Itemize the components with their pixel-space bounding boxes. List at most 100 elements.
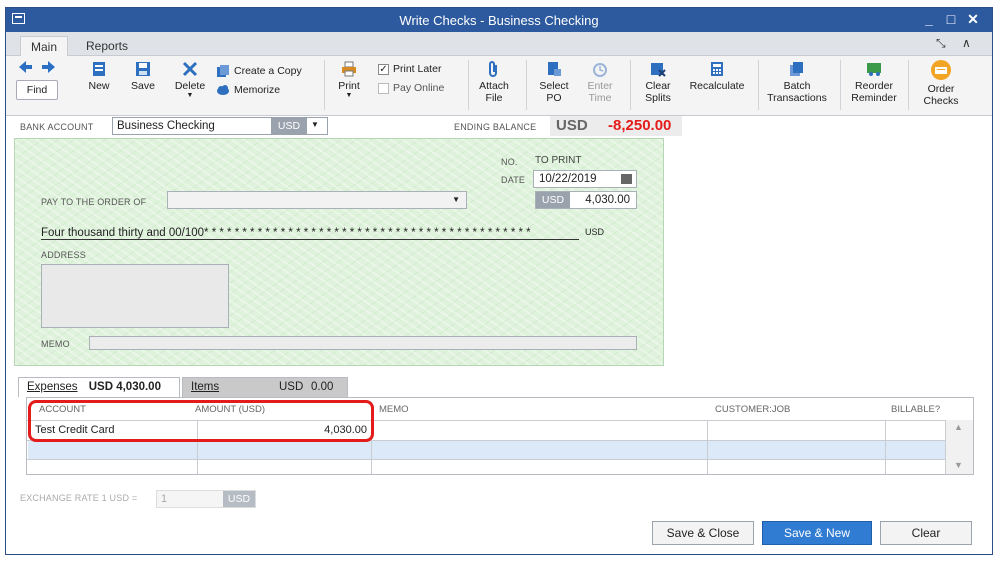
ribbon-tab-bar: Main Reports ⤡ ∧ — [6, 32, 992, 56]
clear-splits-icon — [651, 63, 666, 77]
col-divider — [885, 420, 886, 474]
exchange-rate-field[interactable]: 1 USD — [156, 490, 256, 508]
save-disk-icon — [136, 62, 150, 76]
save-new-button[interactable]: Save & New — [762, 521, 872, 545]
bank-account-currency: USD — [271, 118, 307, 134]
col-billable[interactable]: BILLABLE? — [891, 404, 940, 415]
create-copy-button[interactable]: Create a Copy — [216, 64, 302, 78]
ending-balance-currency: USD — [556, 117, 588, 134]
scroll-up-icon[interactable]: ▲ — [954, 422, 963, 432]
memo-field[interactable] — [89, 336, 637, 350]
items-tab-amount: 0.00 — [311, 381, 334, 393]
address-field[interactable] — [41, 264, 229, 328]
window-title: Write Checks - Business Checking — [399, 13, 599, 28]
order-checks-button[interactable]: Order Checks — [916, 59, 966, 107]
delete-button[interactable]: Delete ▼ — [170, 61, 210, 99]
address-label: ADDRESS — [41, 250, 86, 260]
enter-time-button[interactable]: Enter Time — [580, 61, 620, 104]
close-button[interactable]: ✕ — [964, 11, 982, 28]
date-value: 10/22/2019 — [539, 173, 597, 185]
select-po-label-2: PO — [546, 92, 562, 104]
amount-currency: USD — [536, 192, 570, 208]
toolbar-separator — [526, 60, 527, 110]
recalculate-label: Recalculate — [689, 80, 745, 92]
clear-splits-label-2: Splits — [645, 92, 671, 104]
ending-balance-box: USD -8,250.00 — [550, 116, 682, 136]
col-customer-job[interactable]: CUSTOMER:JOB — [715, 404, 790, 415]
minimize-button[interactable]: _ — [920, 11, 938, 27]
tab-reports[interactable]: Reports — [76, 36, 138, 56]
chevron-down-icon[interactable]: ▼ — [311, 120, 319, 129]
check-no-value[interactable]: TO PRINT — [535, 155, 581, 166]
maximize-button[interactable]: □ — [942, 11, 960, 27]
collapse-ribbon-icon[interactable]: ∧ — [962, 36, 971, 50]
calculator-icon — [711, 62, 723, 76]
clear-button[interactable]: Clear — [880, 521, 972, 545]
reorder-label-1: Reorder — [855, 80, 893, 92]
pay-online-checkbox[interactable]: Pay Online — [378, 82, 444, 94]
find-button[interactable]: Find — [16, 80, 58, 100]
exchange-rate-currency: USD — [223, 491, 255, 507]
save-button[interactable]: Save — [126, 61, 160, 92]
print-button[interactable]: Print ▼ — [334, 61, 364, 99]
save-label: Save — [131, 80, 155, 92]
attach-label-1: Attach — [479, 80, 509, 92]
print-label: Print — [338, 80, 360, 92]
amount-field[interactable]: USD 4,030.00 — [535, 191, 637, 209]
save-close-button[interactable]: Save & Close — [652, 521, 754, 545]
date-field[interactable]: 10/22/2019 — [533, 170, 637, 188]
delete-dropdown-icon[interactable]: ▼ — [170, 92, 210, 99]
clear-splits-button[interactable]: Clear Splits — [638, 61, 678, 104]
batch-transactions-icon — [790, 62, 803, 76]
batch-transactions-button[interactable]: Batch Transactions — [762, 61, 832, 104]
toolbar-separator — [324, 60, 325, 110]
tab-expenses[interactable]: Expenses USD 4,030.00 — [18, 377, 180, 397]
print-later-checkbox[interactable]: ✓ Print Later — [378, 63, 441, 75]
batch-label-1: Batch — [783, 80, 811, 92]
pay-online-box — [378, 82, 389, 94]
highlight-annotation — [28, 400, 374, 442]
memorize-button[interactable]: Memorize — [216, 83, 280, 97]
scroll-down-icon[interactable]: ▼ — [954, 460, 963, 470]
delete-label: Delete — [174, 80, 206, 92]
col-memo[interactable]: MEMO — [379, 404, 409, 415]
reorder-label-2: Reminder — [851, 92, 897, 104]
ending-balance-value: -8,250.00 — [608, 117, 672, 134]
toolbar-separator — [908, 60, 909, 110]
memorize-label: Memorize — [234, 84, 281, 96]
check-date-label: DATE — [501, 175, 526, 185]
calendar-icon[interactable] — [621, 174, 632, 184]
memorize-cloud-icon — [217, 85, 229, 95]
expand-ribbon-icon[interactable]: ⤡ — [936, 36, 946, 51]
table-scrollbar[interactable]: ▲ ▼ — [945, 420, 973, 474]
expenses-tab-label: Expenses — [27, 381, 78, 393]
attach-file-button[interactable]: Attach File — [474, 61, 514, 104]
pay-to-select[interactable]: ▼ — [167, 191, 467, 209]
print-later-check-icon: ✓ — [378, 63, 389, 75]
order-checks-label-2: Checks — [923, 95, 959, 107]
reorder-reminder-icon — [867, 63, 881, 76]
bank-account-value: Business Checking — [117, 120, 215, 132]
memo-label: MEMO — [41, 339, 70, 349]
reorder-reminder-button[interactable]: Reorder Reminder — [846, 61, 902, 104]
new-button[interactable]: New — [82, 61, 116, 92]
col-divider — [707, 420, 708, 474]
chevron-down-icon[interactable]: ▼ — [452, 195, 460, 204]
pay-to-label: PAY TO THE ORDER OF — [41, 197, 147, 207]
bank-account-select[interactable]: Business Checking USD ▼ — [112, 117, 328, 135]
select-po-button[interactable]: Select PO — [534, 61, 574, 104]
tab-main[interactable]: Main — [20, 36, 69, 56]
clock-icon — [593, 63, 607, 77]
print-dropdown-icon[interactable]: ▼ — [334, 92, 364, 99]
table-row-empty[interactable] — [28, 441, 945, 459]
arrow-left-right-icon[interactable] — [17, 60, 57, 74]
enter-time-label-1: Enter — [587, 80, 613, 92]
order-checks-label-1: Order — [927, 83, 955, 95]
new-document-icon — [93, 62, 105, 76]
recalculate-button[interactable]: Recalculate — [686, 61, 748, 92]
tab-items[interactable]: Items USD 0.00 — [182, 377, 348, 397]
expenses-tab-amount: 4,030.00 — [116, 381, 161, 393]
toolbar-separator — [840, 60, 841, 110]
order-checks-icon — [931, 60, 951, 80]
delete-x-icon — [182, 61, 198, 77]
